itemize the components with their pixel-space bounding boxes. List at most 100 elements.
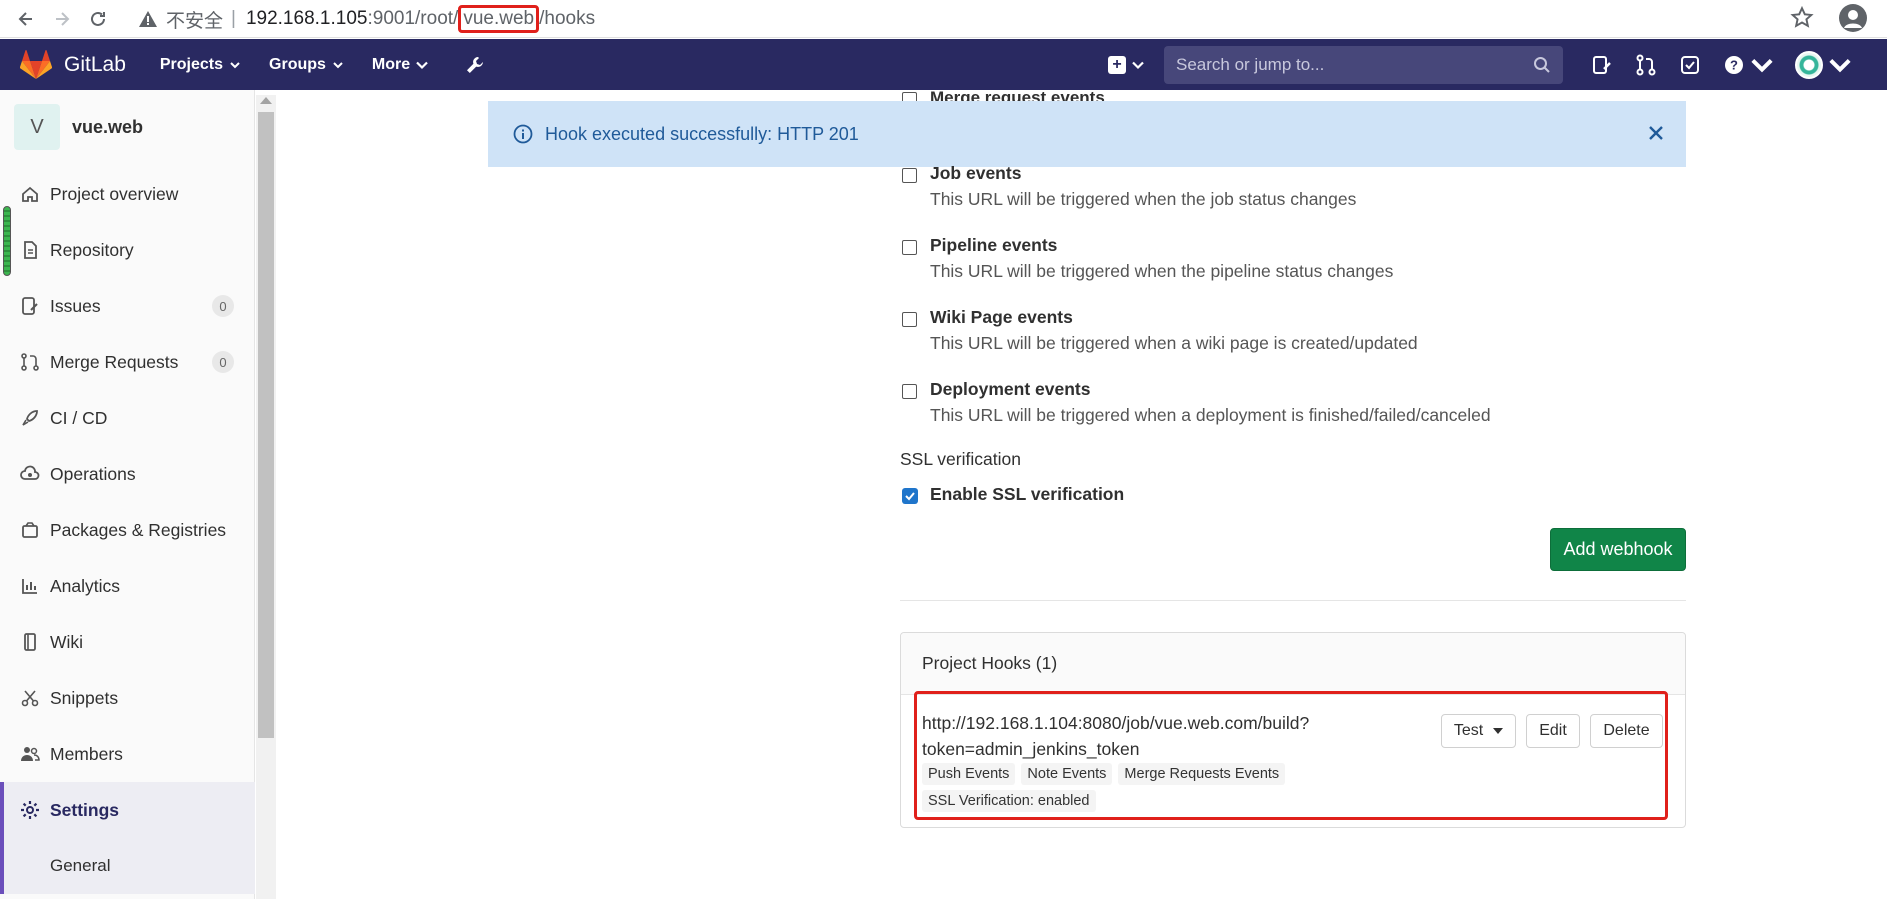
- navbar-icons: ?: [1591, 50, 1851, 79]
- event-description: This URL will be triggered when the job …: [930, 189, 1357, 209]
- back-icon[interactable]: [8, 3, 44, 35]
- hook-url-line-1: http://192.168.1.104:8080/job/vue.web.co…: [922, 713, 1310, 733]
- chevron-down-icon: [1829, 58, 1851, 72]
- checkbox[interactable]: [902, 92, 917, 101]
- delete-hook-button[interactable]: Delete: [1590, 714, 1663, 748]
- merge-requests-icon[interactable]: [1635, 54, 1657, 76]
- caret-down-icon: [1493, 728, 1504, 734]
- sidebar-item-analytics[interactable]: Analytics: [0, 558, 255, 614]
- user-menu[interactable]: [1795, 50, 1851, 79]
- gitlab-logo[interactable]: GitLab: [20, 49, 126, 80]
- url-separator: |: [231, 8, 236, 29]
- flash-message: Hook executed successfully: HTTP 201: [545, 123, 859, 144]
- event-description: This URL will be triggered when a wiki p…: [930, 333, 1418, 353]
- test-button-label: Test: [1453, 722, 1484, 739]
- sidebar-item-operations[interactable]: Operations: [0, 446, 255, 502]
- sidebar-item-label: Issues: [50, 295, 101, 316]
- project-name: vue.web: [72, 116, 144, 137]
- reload-icon[interactable]: [80, 3, 116, 35]
- sidebar-item-label: Repository: [50, 239, 134, 260]
- ssl-verification-label[interactable]: Enable SSL verification: [930, 484, 1124, 505]
- main-menu: Projects Groups More: [160, 54, 486, 76]
- url-highlighted-segment: vue.web: [458, 5, 540, 33]
- issues-icon[interactable]: [1591, 54, 1613, 76]
- sidebar-item-repository[interactable]: Repository: [0, 222, 255, 278]
- ssl-verification-checkbox[interactable]: [902, 488, 918, 504]
- sidebar-item-label: Packages & Registries: [50, 519, 227, 540]
- job-events-checkbox[interactable]: [902, 168, 917, 183]
- groups-menu[interactable]: Groups: [269, 56, 344, 74]
- sidebar-item-label: Analytics: [50, 575, 121, 596]
- test-hook-dropdown[interactable]: Test: [1441, 714, 1516, 748]
- address-bar[interactable]: 不安全 | 192.168.1.105:9001/root/vue.web/ho…: [138, 3, 1818, 35]
- sidebar-item-merge-requests[interactable]: Merge Requests 0: [0, 334, 255, 390]
- admin-wrench-icon[interactable]: [464, 54, 486, 76]
- section-divider: [900, 600, 1686, 601]
- hook-url-line-2: token=admin_jenkins_token: [922, 739, 1140, 759]
- todos-icon[interactable]: [1679, 54, 1701, 76]
- scroll-up-arrow-icon[interactable]: [260, 97, 272, 104]
- sidebar-item-snippets[interactable]: Snippets: [0, 670, 255, 726]
- issues-icon: [22, 297, 38, 315]
- projects-menu[interactable]: Projects: [160, 56, 241, 74]
- close-icon[interactable]: [1646, 123, 1666, 143]
- search-input[interactable]: Search or jump to...: [1164, 45, 1563, 84]
- forward-icon[interactable]: [44, 3, 80, 35]
- chevron-down-icon: [416, 61, 428, 69]
- sidebar-item-label: Members: [50, 743, 123, 764]
- avatar: [1795, 50, 1823, 79]
- add-webhook-button[interactable]: Add webhook: [1550, 528, 1686, 571]
- help-dropdown[interactable]: ?: [1723, 54, 1773, 76]
- sidebar-item-members[interactable]: Members: [0, 726, 255, 782]
- gear-icon: [21, 801, 39, 819]
- edit-hook-button[interactable]: Edit: [1526, 714, 1580, 748]
- checkmark-icon: [905, 492, 915, 501]
- sidebar-item-label: Settings: [50, 799, 120, 820]
- url-path-suffix: /hooks: [539, 8, 596, 29]
- chevron-down-icon: [333, 61, 343, 68]
- sidebar-item-wiki[interactable]: Wiki: [0, 614, 255, 670]
- browser-profile-icon[interactable]: [1839, 4, 1867, 32]
- url-host: 192.168.1.105: [245, 8, 368, 29]
- deployment-events-checkbox[interactable]: [902, 384, 917, 399]
- gitlab-tanuki-icon: [20, 49, 52, 79]
- sidebar-item-project-overview[interactable]: Project overview: [0, 166, 255, 222]
- brand-name: GitLab: [64, 52, 126, 76]
- wiki-page-events-checkbox[interactable]: [902, 312, 917, 327]
- sidebar-item-label: Merge Requests: [50, 351, 179, 372]
- sidebar-item-label: CI / CD: [50, 407, 108, 428]
- chevron-down-icon: [1132, 61, 1144, 69]
- sidebar-item-ci-cd[interactable]: CI / CD: [0, 390, 255, 446]
- more-menu-label: More: [371, 55, 411, 73]
- delete-button-label: Delete: [1603, 722, 1650, 739]
- event-tag: Note Events: [1021, 763, 1113, 785]
- event-merge-request[interactable]: Merge request events: [900, 84, 1400, 101]
- event-title: Wiki Page events: [930, 307, 1073, 327]
- sidebar-nav: Project overview Repository Issues 0 Mer…: [0, 166, 255, 894]
- gitlab-navbar: GitLab Projects Groups More + Search or …: [0, 39, 1887, 90]
- project-avatar: V: [14, 104, 60, 150]
- sidebar-subitem-general[interactable]: General: [0, 838, 255, 894]
- insecure-label: 不安全: [166, 10, 224, 32]
- event-tag: Merge Requests Events: [1118, 763, 1286, 785]
- more-menu[interactable]: More: [372, 56, 428, 74]
- new-item-dropdown[interactable]: +: [1108, 55, 1144, 74]
- event-title: Merge request events: [930, 88, 1105, 101]
- bookmark-star-icon[interactable]: [1789, 5, 1815, 31]
- groups-menu-label: Groups: [269, 55, 326, 73]
- users-icon: [21, 747, 40, 761]
- sidebar-scroll-thumb[interactable]: [258, 112, 274, 738]
- pipeline-events-checkbox[interactable]: [902, 240, 917, 255]
- package-icon: [22, 522, 38, 538]
- document-icon: [24, 241, 37, 259]
- sidebar-item-issues[interactable]: Issues 0: [0, 278, 255, 334]
- event-title: Pipeline events: [930, 235, 1058, 255]
- sidebar-item-settings[interactable]: Settings: [0, 782, 255, 838]
- cloud-gear-icon: [20, 465, 40, 480]
- browser-toolbar: 不安全 | 192.168.1.105:9001/root/vue.web/ho…: [0, 0, 1887, 38]
- scissors-icon: [21, 690, 39, 707]
- edit-button-label: Edit: [1539, 722, 1567, 739]
- project-header[interactable]: V vue.web: [14, 104, 143, 150]
- rocket-icon: [22, 410, 38, 426]
- sidebar-item-packages[interactable]: Packages & Registries: [0, 502, 255, 558]
